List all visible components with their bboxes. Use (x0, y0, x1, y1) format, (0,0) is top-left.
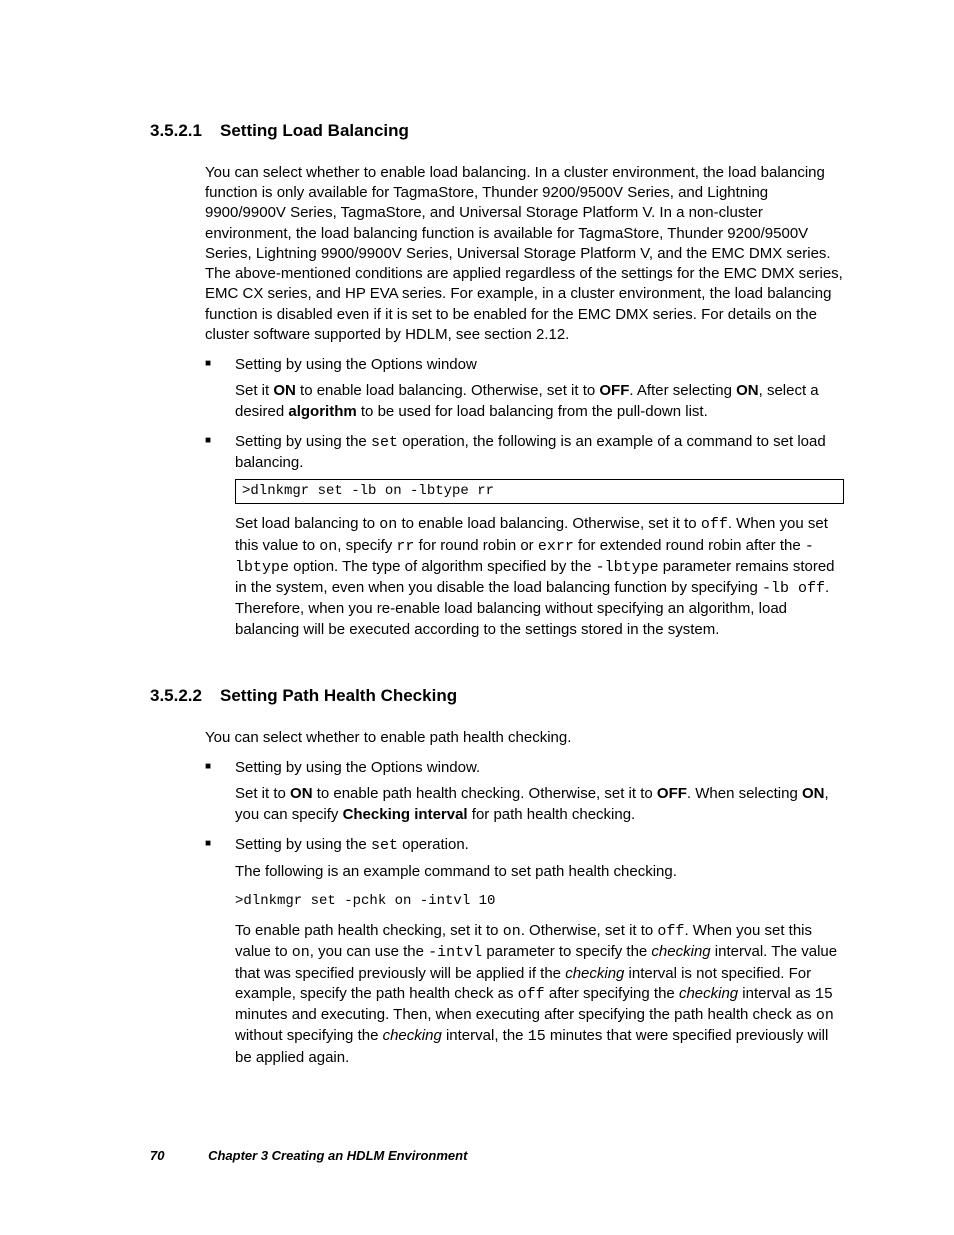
intro-paragraph: You can select whether to enable load ba… (205, 163, 844, 345)
section-intro: You can select whether to enable load ba… (205, 163, 844, 345)
bullet-list: Setting by using the Options window. Set… (205, 758, 844, 1068)
section-number: 3.5.2.2 (150, 685, 220, 708)
bullet-head: Setting by using the set operation. (235, 835, 844, 856)
page-footer: 70 Chapter 3 Creating an HDLM Environmen… (150, 1147, 467, 1165)
bullet-body: Set it ON to enable load balancing. Othe… (235, 381, 844, 422)
list-item: Setting by using the set operation. The … (205, 835, 844, 1068)
section-heading: 3.5.2.2 Setting Path Health Checking (150, 685, 844, 708)
section-title: Setting Path Health Checking (220, 685, 457, 708)
chapter-title: Chapter 3 Creating an HDLM Environment (208, 1148, 467, 1163)
bullet-body: Set it to ON to enable path health check… (235, 784, 844, 825)
section-title: Setting Load Balancing (220, 120, 409, 143)
bullet-head: Setting by using the Options window (235, 355, 844, 375)
code-line: >dlnkmgr set -pchk on -intvl 10 (235, 892, 844, 911)
section-intro: You can select whether to enable path he… (205, 728, 844, 748)
bullet-body: To enable path health checking, set it t… (235, 921, 844, 1068)
list-item: Setting by using the set operation, the … (205, 432, 844, 640)
bullet-head: Setting by using the Options window. (235, 758, 844, 778)
page: 3.5.2.1 Setting Load Balancing You can s… (0, 0, 954, 1235)
list-item: Setting by using the Options window. Set… (205, 758, 844, 825)
code-box: >dlnkmgr set -lb on -lbtype rr (235, 479, 844, 504)
page-number: 70 (150, 1148, 164, 1163)
bullet-pre-body: The following is an example command to s… (235, 862, 844, 882)
intro-paragraph: You can select whether to enable path he… (205, 728, 844, 748)
list-item: Setting by using the Options window Set … (205, 355, 844, 422)
bullet-head: Setting by using the set operation, the … (235, 432, 844, 474)
section-heading: 3.5.2.1 Setting Load Balancing (150, 120, 844, 143)
bullet-body: Set load balancing to on to enable load … (235, 514, 844, 640)
section-number: 3.5.2.1 (150, 120, 220, 143)
bullet-list: Setting by using the Options window Set … (205, 355, 844, 640)
